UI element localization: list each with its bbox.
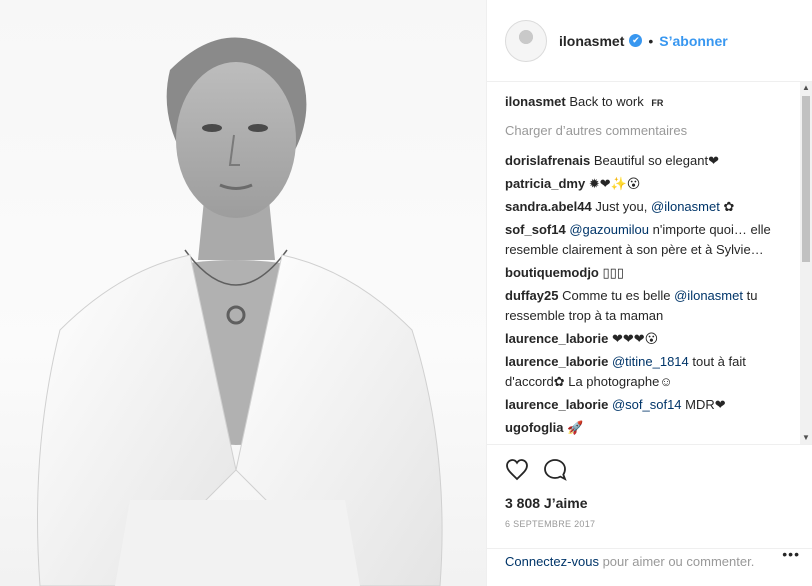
comment-item: laurence_laborie ❤❤❤😮 xyxy=(505,329,802,349)
scroll-down-arrow-icon[interactable]: ▼ xyxy=(800,432,812,444)
comment-item: sof_sof14 @gazoumilou n'importe quoi… el… xyxy=(505,220,802,260)
load-more-comments-button[interactable]: Charger d’autres commentaires xyxy=(505,121,802,141)
separator-dot: • xyxy=(648,32,654,49)
login-prompt-text: pour aimer ou commenter. xyxy=(602,554,755,569)
mention-link[interactable]: @gazoumilou xyxy=(569,222,649,237)
caption-text: Back to work xyxy=(569,94,644,109)
more-options-icon[interactable]: ••• xyxy=(782,545,800,563)
comment-item: patricia_dmy ✹❤✨😮 xyxy=(505,174,802,194)
post-sidebar: ilonasmet ✔ • S’abonner ilonasmet Back t… xyxy=(486,0,812,586)
mention-link[interactable]: @titine_1814 xyxy=(612,354,689,369)
comment-text: Just you, xyxy=(595,199,648,214)
comment-username[interactable]: laurence_laborie xyxy=(505,331,608,346)
comment-text: ❤❤❤😮 xyxy=(611,331,659,346)
heart-icon[interactable] xyxy=(505,458,529,482)
comment-item: laurence_laborie @sof_sof14 MDR❤ xyxy=(505,395,802,415)
comment-text: MDR❤ xyxy=(685,397,726,412)
comment-text: Comme tu es belle xyxy=(562,288,671,303)
login-prompt: Connectez-vous pour aimer ou commenter. … xyxy=(487,545,812,571)
scrollbar-thumb[interactable] xyxy=(802,96,810,262)
comment-icon[interactable] xyxy=(543,458,567,482)
comment-item: ugofoglia 🚀 xyxy=(505,418,802,438)
comment-item: duffay25 Comme tu es belle @ilonasmet tu… xyxy=(505,286,802,326)
post-header: ilonasmet ✔ • S’abonner xyxy=(487,0,812,82)
comment-item: sandra.abel44 Just you, @ilonasmet ✿ xyxy=(505,197,802,217)
comment-item: laurence_laborie @titine_1814 tout à fai… xyxy=(505,352,802,392)
comment-text: 🚀 xyxy=(567,420,584,435)
comment-username[interactable]: ugofoglia xyxy=(505,420,564,435)
verified-badge-icon: ✔ xyxy=(629,34,643,47)
comment-text: ✹❤✨😮 xyxy=(588,176,641,191)
comment-username[interactable]: boutiquemodjo xyxy=(505,265,599,280)
comment-username[interactable]: laurence_laborie xyxy=(505,354,608,369)
comment-username[interactable]: patricia_dmy xyxy=(505,176,585,191)
comment-username[interactable]: sof_sof14 xyxy=(505,222,566,237)
post-date[interactable]: 6 septembre 2017 xyxy=(505,519,794,529)
caption-username[interactable]: ilonasmet xyxy=(505,94,566,109)
comment-username[interactable]: laurence_laborie xyxy=(505,397,608,412)
mention-link[interactable]: @sof_sof14 xyxy=(612,397,682,412)
comments-list: ilonasmet Back to work FR Charger d’autr… xyxy=(487,82,802,444)
comment-username[interactable]: sandra.abel44 xyxy=(505,199,592,214)
comment-text: ✿ xyxy=(723,199,735,214)
scroll-up-arrow-icon[interactable]: ▲ xyxy=(800,82,812,94)
mention-link[interactable]: @ilonasmet xyxy=(651,199,720,214)
mention-link[interactable]: @ilonasmet xyxy=(674,288,743,303)
comments-scrollbar[interactable]: ▲ ▼ xyxy=(800,82,812,444)
like-count[interactable]: 3 808 J’aime xyxy=(505,495,794,511)
comment-username[interactable]: duffay25 xyxy=(505,288,558,303)
comment-text: ▯▯▯ xyxy=(602,265,624,280)
post-username[interactable]: ilonasmet xyxy=(559,33,624,49)
comment-username[interactable]: dorislafrenais xyxy=(505,153,590,168)
post-photo[interactable] xyxy=(0,0,486,586)
comment-item: dorislafrenais Beautiful so elegant❤ xyxy=(505,151,802,171)
comment-text: Beautiful so elegant❤ xyxy=(593,153,719,168)
caption-language-badge: FR xyxy=(651,98,664,108)
caption: ilonasmet Back to work FR xyxy=(505,92,802,113)
login-link[interactable]: Connectez-vous xyxy=(505,554,599,569)
woman-portrait-illustration xyxy=(37,37,443,586)
comment-item: boutiquemodjo ▯▯▯ xyxy=(505,263,802,283)
follow-button[interactable]: S’abonner xyxy=(659,33,727,49)
avatar[interactable] xyxy=(505,19,547,62)
